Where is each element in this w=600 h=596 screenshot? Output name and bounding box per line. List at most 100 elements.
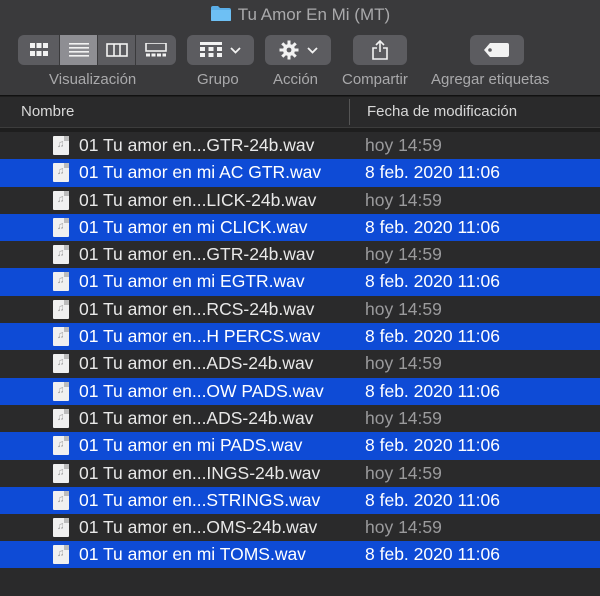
file-row[interactable]: ♫ 01 Tu amor en...RCS-24b.wav hoy 14:59 — [0, 295, 600, 324]
audio-file-icon: ♫ — [53, 217, 69, 237]
file-row[interactable]: ♫ 01 Tu amor en...LICK-24b.wav hoy 14:59 — [0, 186, 600, 214]
file-modified-date: hoy 14:59 — [365, 298, 442, 319]
file-name[interactable]: 01 Tu amor en mi CLICK.wav — [79, 217, 308, 238]
file-row[interactable]: ♫ 01 Tu amor en...GTR-24b.wav hoy 14:59 — [0, 132, 600, 160]
audio-file-icon: ♫ — [53, 272, 69, 292]
name-column-header[interactable]: Nombre — [21, 103, 74, 120]
file-modified-date: hoy 14:59 — [365, 244, 442, 265]
audio-file-icon: ♫ — [53, 381, 69, 401]
file-name[interactable]: 01 Tu amor en...GTR-24b.wav — [79, 135, 314, 156]
file-modified-date: 8 feb. 2020 11:06 — [365, 216, 500, 237]
audio-file-icon: ♫ — [53, 354, 69, 374]
file-name[interactable]: 01 Tu amor en...STRINGS.wav — [79, 490, 320, 511]
file-name[interactable]: 01 Tu amor en...ADS-24b.wav — [79, 353, 313, 374]
music-note-icon: ♫ — [57, 466, 65, 478]
column-view-button[interactable] — [98, 35, 136, 65]
file-name[interactable]: 01 Tu amor en...INGS-24b.wav — [79, 463, 320, 484]
file-row[interactable]: ♫ 01 Tu amor en mi AC GTR.wav 8 feb. 2020 … — [0, 159, 600, 187]
group-icon — [200, 42, 222, 57]
file-name[interactable]: 01 Tu amor en...ADS-24b.wav — [79, 408, 313, 429]
file-name[interactable]: 01 Tu amor en mi EGTR.wav — [79, 271, 305, 292]
file-row[interactable]: ♫ 01 Tu amor en...OMS-24b.wav hoy 14:59 — [0, 514, 600, 542]
file-row[interactable]: ♫ 01 Tu amor en...ADS-24b.wav hoy 14:59 — [0, 350, 600, 378]
share-icon — [372, 40, 388, 60]
window-title-text: Tu Amor En Mi (MT) — [237, 5, 391, 24]
column-divider[interactable] — [349, 99, 350, 125]
file-row[interactable]: ♫ 01 Tu amor en mi TOMS.wav 8 feb. 2020 11… — [0, 541, 600, 569]
date-column-header[interactable]: Fecha de modificación — [367, 103, 517, 120]
audio-file-icon: ♫ — [53, 436, 69, 456]
file-row[interactable]: ♫ 01 Tu amor en mi PADS.wav 8 feb. 2020 11… — [0, 432, 600, 460]
list-empty-area — [0, 568, 600, 596]
file-name[interactable]: 01 Tu amor en mi TOMS.wav — [79, 544, 306, 565]
action-button[interactable] — [265, 35, 331, 65]
chevron-down-icon — [230, 46, 241, 54]
music-note-icon: ♫ — [57, 548, 65, 560]
music-note-icon: ♫ — [57, 411, 65, 423]
file-row[interactable]: ♫ 01 Tu amor en...H PERCS.wav 8 feb. 2020 … — [0, 323, 600, 351]
add-tags-button[interactable] — [470, 35, 524, 65]
audio-file-icon: ♫ — [53, 190, 69, 210]
file-row[interactable]: ♫ 01 Tu amor en mi EGTR.wav 8 feb. 2020 11… — [0, 268, 600, 296]
file-row[interactable]: ♫ 01 Tu amor en...INGS-24b.wav hoy 14:59 — [0, 459, 600, 487]
music-note-icon: ♫ — [57, 357, 65, 369]
icon-view-button[interactable] — [18, 35, 60, 65]
audio-file-icon: ♫ — [53, 245, 69, 265]
file-name[interactable]: 01 Tu amor en...OW PADS.wav — [79, 381, 324, 402]
music-note-icon: ♫ — [57, 302, 65, 314]
window-title: Tu Amor En Mi (MT) — [0, 5, 600, 27]
file-row[interactable]: ♫ 01 Tu amor en...OW PADS.wav 8 feb. 2020 … — [0, 377, 600, 405]
music-note-icon: ♫ — [57, 493, 65, 505]
file-modified-date: 8 feb. 2020 11:06 — [365, 380, 500, 401]
music-note-icon: ♫ — [57, 521, 65, 533]
group-button[interactable] — [187, 35, 254, 65]
audio-file-icon: ♫ — [53, 490, 69, 510]
audio-file-icon: ♫ — [53, 545, 69, 565]
file-modified-date: hoy 14:59 — [365, 407, 442, 428]
add-tags-label: Agregar etiquetas — [431, 71, 550, 88]
view-segmented-control — [18, 35, 176, 65]
column-header: Nombre Fecha de modificación — [0, 97, 600, 128]
file-name[interactable]: 01 Tu amor en...H PERCS.wav — [79, 326, 320, 347]
music-note-icon: ♫ — [57, 275, 65, 287]
file-row[interactable]: ♫ 01 Tu amor en...ADS-24b.wav hoy 14:59 — [0, 404, 600, 433]
file-name[interactable]: 01 Tu amor en...RCS-24b.wav — [79, 299, 314, 320]
audio-file-icon: ♫ — [53, 136, 69, 155]
file-modified-date: hoy 14:59 — [365, 353, 442, 374]
list-icon — [68, 43, 89, 57]
gallery-icon — [145, 43, 167, 57]
file-modified-date: 8 feb. 2020 11:06 — [365, 162, 500, 183]
audio-file-icon: ♫ — [53, 518, 69, 538]
tag-icon — [484, 43, 509, 57]
file-modified-date: hoy 14:59 — [365, 517, 442, 538]
audio-file-icon: ♫ — [53, 463, 69, 483]
list-view-button[interactable] — [60, 35, 98, 65]
file-modified-date: 8 feb. 2020 11:06 — [365, 435, 500, 456]
gallery-view-button[interactable] — [136, 35, 176, 65]
share-label: Compartir — [342, 71, 408, 88]
file-name[interactable]: 01 Tu amor en...GTR-24b.wav — [79, 244, 314, 265]
music-note-icon: ♫ — [57, 330, 65, 342]
music-note-icon: ♫ — [57, 220, 65, 232]
file-name[interactable]: 01 Tu amor en...LICK-24b.wav — [79, 190, 316, 211]
file-name[interactable]: 01 Tu amor en...OMS-24b.wav — [79, 517, 317, 538]
action-label: Acción — [273, 71, 319, 88]
music-note-icon: ♫ — [57, 248, 65, 260]
file-modified-date: 8 feb. 2020 11:06 — [365, 271, 500, 292]
music-note-icon: ♫ — [57, 439, 65, 451]
file-list: ♫ 01 Tu amor en...GTR-24b.wav hoy 14:59 ♫ 01… — [0, 132, 600, 569]
file-name[interactable]: 01 Tu amor en mi AC GTR.wav — [79, 162, 321, 183]
file-modified-date: hoy 14:59 — [365, 135, 442, 155]
file-name[interactable]: 01 Tu amor en mi PADS.wav — [79, 435, 302, 456]
share-button[interactable] — [353, 35, 407, 65]
gear-icon — [279, 40, 298, 60]
music-note-icon: ♫ — [57, 193, 65, 205]
file-modified-date: hoy 14:59 — [365, 189, 442, 210]
columns-icon — [105, 43, 128, 57]
file-modified-date: 8 feb. 2020 11:06 — [365, 544, 500, 565]
file-row[interactable]: ♫ 01 Tu amor en mi CLICK.wav 8 feb. 2020 1… — [0, 213, 600, 242]
file-row[interactable]: ♫ 01 Tu amor en...GTR-24b.wav hoy 14:59 — [0, 241, 600, 269]
file-modified-date: hoy 14:59 — [365, 462, 442, 483]
group-label: Grupo — [197, 71, 239, 88]
file-row[interactable]: ♫ 01 Tu amor en...STRINGS.wav 8 feb. 2020 … — [0, 486, 600, 515]
